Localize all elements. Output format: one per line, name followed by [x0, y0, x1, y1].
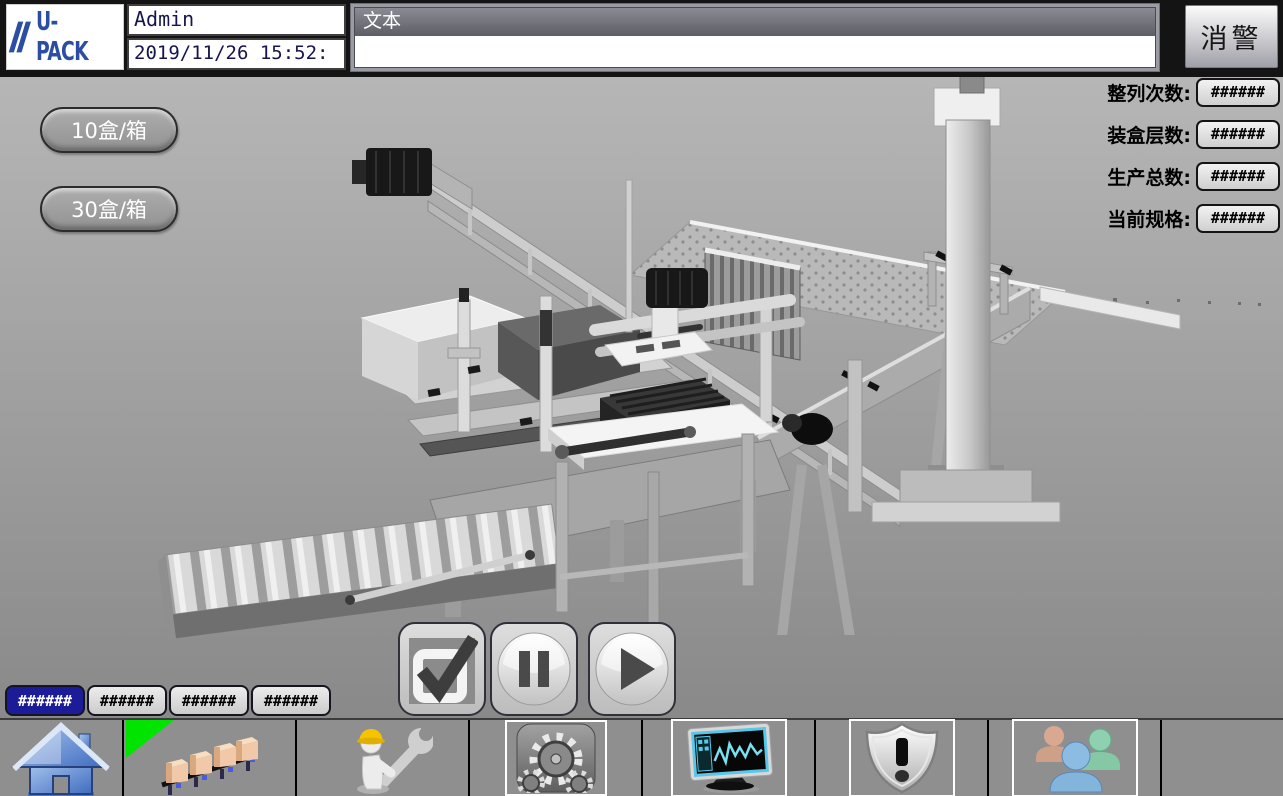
maintenance-wrench-icon: [333, 719, 433, 796]
users-icon: [1020, 722, 1130, 794]
nav-users-button[interactable]: [989, 720, 1162, 796]
stat-label: 整列次数:: [1107, 79, 1191, 106]
stat-row-current-spec: 当前规格: ######: [1107, 203, 1280, 233]
message-panel-body: [354, 36, 1156, 68]
counter-field-4[interactable]: ######: [251, 685, 331, 716]
icon-plate: [505, 720, 607, 796]
start-button[interactable]: [588, 622, 676, 716]
brand-logo: U-PACK: [6, 4, 124, 70]
counter-field-2[interactable]: ######: [87, 685, 167, 716]
pause-button[interactable]: [490, 622, 578, 716]
spec-10-per-case-button[interactable]: 10盒/箱: [40, 107, 178, 153]
nav-home-button[interactable]: [0, 720, 124, 796]
green-flag-icon: [126, 720, 176, 760]
datetime-field[interactable]: 2019/11/26 15:52:: [127, 38, 346, 70]
pause-icon: [495, 630, 573, 708]
stat-label: 装盒层数:: [1107, 121, 1191, 148]
stat-value: ######: [1196, 204, 1280, 233]
counter-field-1[interactable]: ######: [5, 685, 85, 716]
stat-row-total-production: 生产总数: ######: [1107, 161, 1280, 191]
home-icon: [6, 720, 116, 796]
icon-plate: [671, 719, 787, 796]
stat-value: ######: [1196, 162, 1280, 191]
nav-maintenance-button[interactable]: [297, 720, 470, 796]
main-view: 10盒/箱 30盒/箱 整列次数: ###### 装盒层数: ###### 生产…: [0, 77, 1283, 718]
top-bar: U-PACK Admin 2019/11/26 15:52: 文本 消警: [0, 0, 1283, 77]
nav-alarm-log-button[interactable]: [816, 720, 989, 796]
checkbox-confirm-icon: [406, 632, 478, 706]
stat-row-box-layers: 装盒层数: ######: [1107, 119, 1280, 149]
user-field[interactable]: Admin: [127, 4, 346, 36]
nav-empty-space: [1162, 720, 1283, 796]
stat-value: ######: [1196, 78, 1280, 107]
confirm-button[interactable]: [398, 622, 486, 716]
message-panel-header: 文本: [354, 7, 1156, 36]
play-icon: [593, 630, 671, 708]
stat-row-array-count: 整列次数: ######: [1107, 77, 1280, 107]
stat-value: ######: [1196, 120, 1280, 149]
bottom-nav: [0, 718, 1283, 796]
alarm-shield-icon: [857, 722, 947, 794]
stat-label: 生产总数:: [1107, 163, 1191, 190]
clear-alarm-button[interactable]: 消警: [1185, 5, 1278, 68]
logo-slashes-icon: [7, 17, 33, 57]
monitor-diagnostics-icon: [679, 722, 779, 794]
stat-label: 当前规格:: [1107, 205, 1191, 232]
icon-plate: [1012, 719, 1138, 796]
nav-settings-button[interactable]: [470, 720, 643, 796]
nav-production-run-button[interactable]: [124, 720, 297, 796]
hmi-screen: U-PACK Admin 2019/11/26 15:52: 文本 消警: [0, 0, 1283, 796]
counter-field-3[interactable]: ######: [169, 685, 249, 716]
settings-gears-icon: [513, 723, 599, 793]
icon-plate: [849, 719, 955, 796]
logo-text: U-PACK: [36, 7, 99, 67]
nav-diagnostics-button[interactable]: [643, 720, 816, 796]
message-panel: 文本: [350, 3, 1160, 72]
spec-30-per-case-button[interactable]: 30盒/箱: [40, 186, 178, 232]
